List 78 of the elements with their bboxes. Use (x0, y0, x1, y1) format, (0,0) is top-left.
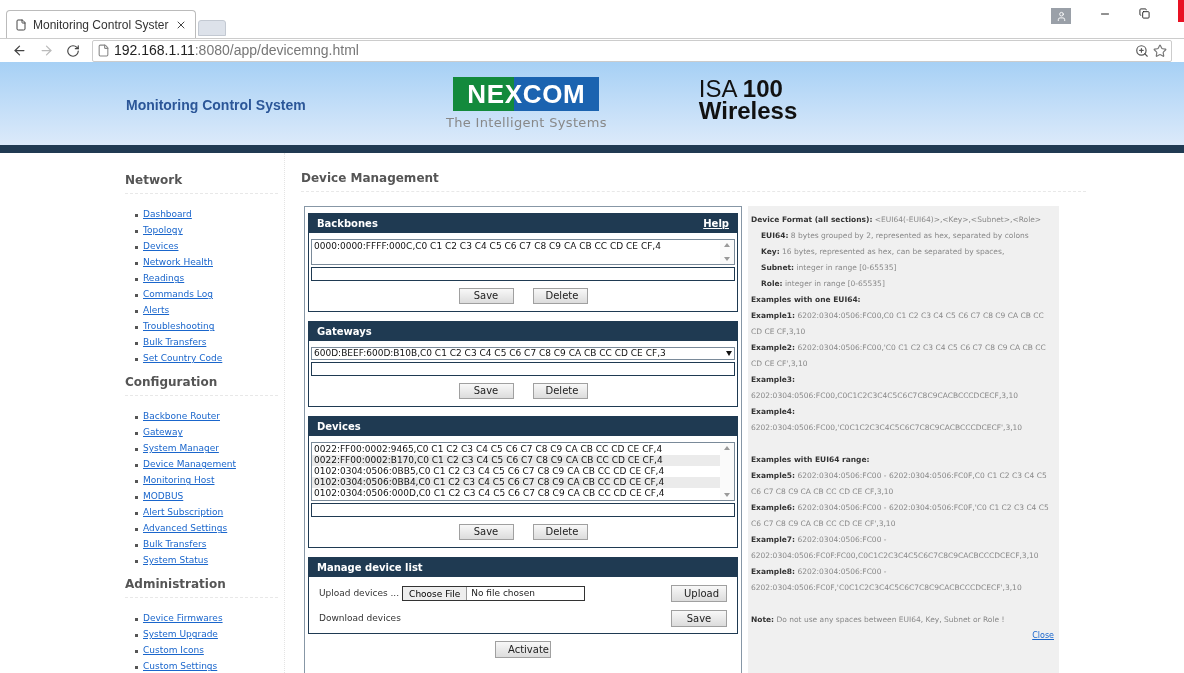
site-title: Monitoring Control System (126, 96, 307, 115)
sidebar-link[interactable]: Alert Subscription (143, 506, 224, 520)
bookmark-star-icon[interactable] (1153, 43, 1167, 58)
page-icon (97, 44, 110, 57)
address-bar[interactable]: 192.168.1.11:8080/app/devicemng.html (92, 39, 1172, 62)
tab-title: Monitoring Control Syster (33, 16, 169, 34)
close-link[interactable]: Close (1032, 630, 1054, 642)
save-button[interactable]: Save (458, 288, 514, 304)
section-title: Gateways (317, 325, 372, 339)
help-link[interactable]: Help (703, 216, 729, 231)
sidebar-link[interactable]: System Upgrade (143, 628, 218, 642)
restore-icon[interactable] (1139, 8, 1150, 19)
forward-icon[interactable] (39, 43, 54, 58)
scrollbar[interactable] (720, 443, 734, 500)
input-field[interactable] (311, 503, 735, 517)
input-field[interactable] (311, 362, 735, 376)
browser-tab[interactable]: Monitoring Control Syster (6, 10, 196, 38)
sidebar-link[interactable]: Alerts (143, 304, 170, 318)
scroll-down-icon[interactable] (724, 257, 730, 261)
sidebar-link[interactable]: Advanced Settings (143, 522, 228, 536)
list-box[interactable]: 0000:0000:FFFF:000C,C0 C1 C2 C3 C4 C5 C6 C7 C8 C9 CA CB CC CD CE CF,4 (311, 239, 735, 265)
input-field[interactable] (311, 267, 735, 281)
sidebar-link[interactable]: Troubleshooting (143, 320, 215, 334)
scroll-down-icon[interactable] (724, 493, 730, 497)
sidebar-heading: Configuration (125, 373, 278, 396)
activate-button[interactable]: Activate (495, 641, 551, 658)
save-button[interactable]: Save (458, 383, 514, 399)
zoom-icon[interactable] (1135, 43, 1149, 58)
sidebar-link[interactable]: Bulk Transfers (143, 336, 207, 350)
section-title: Devices (317, 420, 361, 434)
logo-tagline: The Intelligent Systems (446, 113, 607, 132)
sidebar-link[interactable]: Device Firmwares (143, 612, 223, 626)
scroll-up-icon[interactable] (724, 446, 730, 450)
sidebar-link[interactable]: Custom Icons (143, 644, 204, 658)
list-item[interactable]: 0022:FF00:0002:B170,C0 C1 C2 C3 C4 C5 C6 C7 C8 C9 CA CB CC CD CE CF,4 (312, 455, 720, 466)
sidebar-link[interactable]: Backbone Router (143, 410, 220, 424)
download-label: Download devices (319, 611, 401, 625)
delete-button[interactable]: Delete (532, 288, 588, 304)
page-title: Device Management (301, 169, 1086, 192)
file-input[interactable]: Choose File No file chosen (402, 586, 586, 601)
sidebar-link[interactable]: Readings (143, 272, 185, 286)
sidebar-link[interactable]: MODBUS (143, 490, 184, 504)
sidebar-link[interactable]: Custom Settings (143, 660, 218, 673)
list-item[interactable]: 0102:0304:0506:0BB4,C0 C1 C2 C3 C4 C5 C6 C7 C8 C9 CA CB CC CD CE CF,4 (312, 477, 720, 488)
sidebar-link[interactable]: Bulk Transfers (143, 538, 207, 552)
section-title: Manage device list (317, 561, 423, 575)
isa-logo: ISA 100 Wireless (698, 77, 798, 122)
section-title: Backbones (317, 217, 378, 231)
profile-button[interactable] (1051, 8, 1071, 24)
sidebar-link[interactable]: Commands Log (143, 288, 213, 302)
sidebar-link[interactable]: Devices (143, 240, 179, 254)
back-icon[interactable] (12, 43, 27, 58)
sidebar-heading: Administration (125, 575, 278, 598)
sidebar-link[interactable]: Gateway (143, 426, 183, 440)
save-button[interactable]: Save (671, 610, 727, 627)
scroll-up-icon[interactable] (724, 243, 730, 247)
sidebar-link[interactable]: System Status (143, 554, 209, 568)
delete-button[interactable]: Delete (532, 524, 588, 540)
user-icon (1055, 10, 1067, 22)
upload-button[interactable]: Upload (671, 585, 727, 602)
list-box[interactable] (311, 442, 735, 501)
page-icon (15, 18, 27, 31)
save-button[interactable]: Save (458, 524, 514, 540)
company-logo: NEXCOM (453, 76, 600, 111)
sidebar-link[interactable]: Topology (143, 224, 183, 238)
reload-icon[interactable] (66, 43, 80, 58)
sidebar-link[interactable]: Set Country Code (143, 352, 223, 366)
sidebar-heading: Network (125, 171, 278, 194)
dropdown-arrow-icon (726, 351, 732, 356)
upload-label: Upload devices ... (319, 586, 400, 600)
dropdown[interactable]: 600D:BEEF:600D:B10B,C0 C1 C2 C3 C4 C5 C6 C7 C8 C9 CA CB CC CD CE CF,3 (311, 347, 735, 360)
sidebar-link[interactable]: System Manager (143, 442, 219, 456)
sidebar-link[interactable]: Network Health (143, 256, 213, 270)
sidebar-link[interactable]: Device Management (143, 458, 236, 472)
delete-button[interactable]: Delete (532, 383, 588, 399)
scrollbar[interactable] (720, 240, 734, 264)
sidebar-link[interactable]: Monitoring Host (143, 474, 215, 488)
sidebar-link[interactable]: Dashboard (143, 208, 192, 222)
